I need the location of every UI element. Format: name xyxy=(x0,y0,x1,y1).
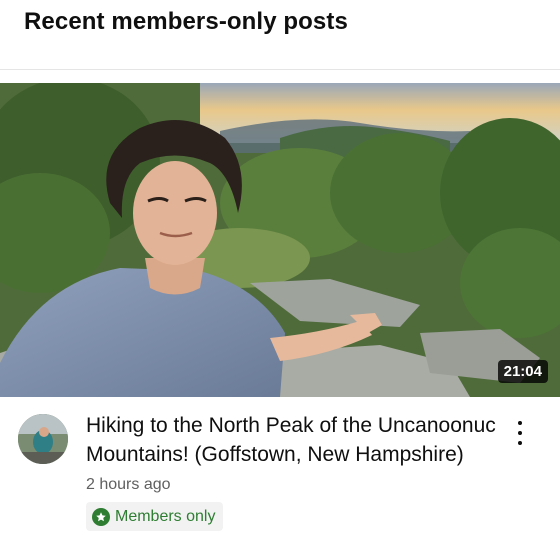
badge-label: Members only xyxy=(115,507,216,525)
thumbnail-image xyxy=(0,83,560,397)
video-meta: Hiking to the North Peak of the Uncanoon… xyxy=(0,397,560,541)
star-icon xyxy=(92,507,110,526)
channel-avatar[interactable] xyxy=(18,414,68,464)
section-title: Recent members-only posts xyxy=(24,8,348,35)
video-thumbnail[interactable]: 21:04 xyxy=(0,83,560,397)
video-title[interactable]: Hiking to the North Peak of the Uncanoon… xyxy=(86,411,496,469)
upload-time: 2 hours ago xyxy=(86,476,171,493)
more-vert-icon[interactable] xyxy=(510,419,530,447)
avatar-image xyxy=(18,414,68,464)
duration-badge: 21:04 xyxy=(497,360,548,383)
members-only-badge: Members only xyxy=(86,502,224,531)
section-header: Recent members-only posts xyxy=(0,0,560,70)
